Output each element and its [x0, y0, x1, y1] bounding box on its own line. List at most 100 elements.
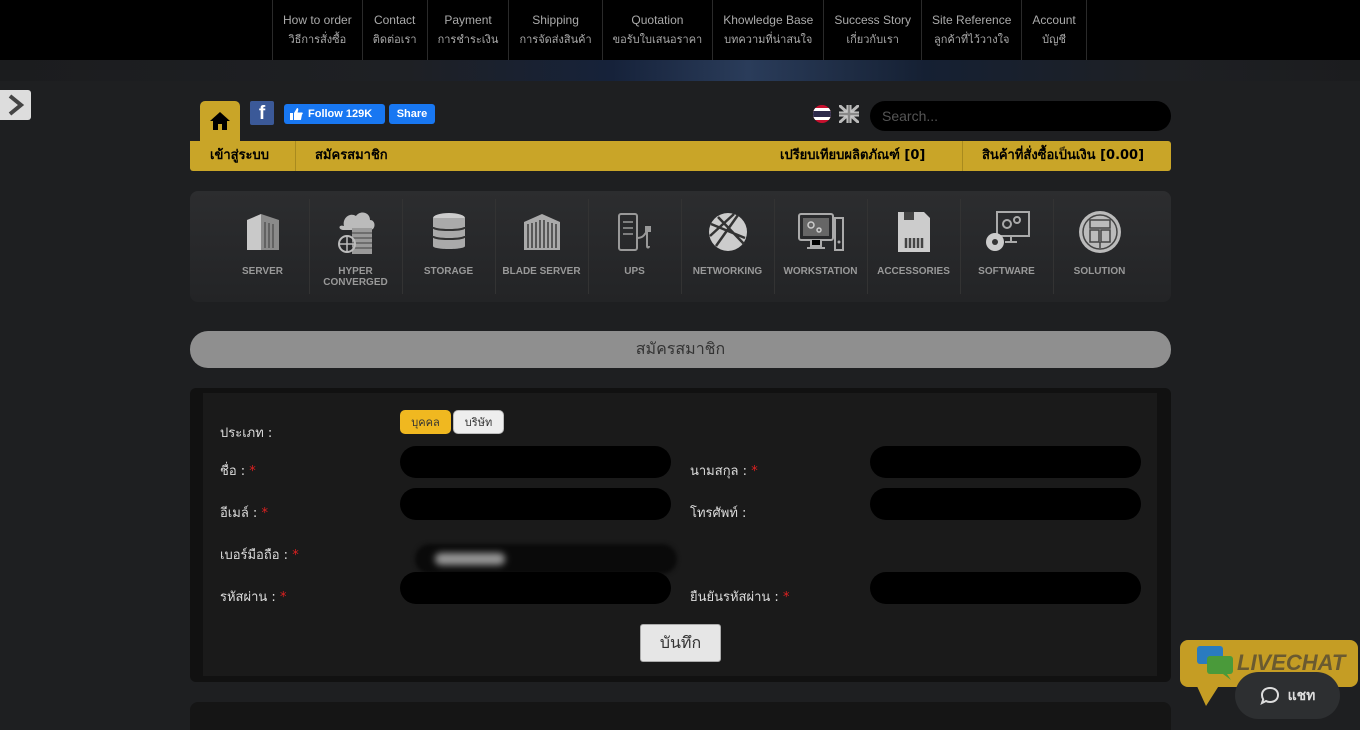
category-workstation[interactable]: WORKSTATION [774, 191, 867, 302]
category-networking[interactable]: NETWORKING [681, 191, 774, 302]
uk-flag-icon[interactable] [837, 103, 861, 125]
category-label: SOLUTION [1073, 266, 1126, 277]
category-software[interactable]: SOFTWARE [960, 191, 1053, 302]
chat-button[interactable]: แชท [1235, 672, 1340, 719]
first-name-field[interactable] [400, 446, 671, 478]
last-name-label: นามสกุล : * [690, 460, 758, 481]
storage-icon [431, 213, 466, 249]
topnav-label-en: Quotation [631, 13, 684, 27]
topnav-shipping[interactable]: Shipping การจัดส่งสินค้า [508, 0, 601, 60]
topnav-how-to-order[interactable]: How to order วิธีการสั่งซื้อ [272, 0, 362, 60]
software-icon [985, 211, 1030, 251]
type-label: ประเภท : [220, 426, 273, 441]
top-navigation-bar: How to order วิธีการสั่งซื้อ Contact ติดต่… [0, 0, 1360, 60]
mobile-label: เบอร์มือถือ : * [220, 544, 299, 565]
type-individual-button[interactable]: บุคคล [400, 410, 451, 434]
top-nav-menu: How to order วิธีการสั่งซื้อ Contact ติดต่… [272, 0, 1087, 60]
last-name-label-text: นามสกุล : [690, 464, 748, 479]
first-name-label: ชื่อ : * [220, 460, 256, 481]
topnav-label-en: Shipping [532, 13, 579, 27]
category-label: STORAGE [423, 266, 474, 277]
type-individual-label: บุคคล [411, 416, 440, 429]
thai-flag-icon[interactable] [813, 105, 831, 123]
page: How to order วิธีการสั่งซื้อ Contact ติดต่… [0, 0, 1360, 730]
ups-icon [617, 213, 651, 251]
topnav-label-en: Account [1032, 13, 1076, 27]
home-button[interactable] [200, 101, 240, 141]
topnav-label-th: บทความที่น่าสนใจ [724, 33, 813, 46]
confirm-password-field[interactable] [870, 572, 1141, 604]
topnav-success-story[interactable]: Success Story เกี่ยวกับเรา [823, 0, 921, 60]
confirm-password-label-text: ยืนยันรหัสผ่าน : [690, 590, 779, 605]
save-button[interactable]: บันทึก [640, 624, 721, 662]
mobile-field[interactable] [415, 544, 677, 574]
email-label: อีเมล์ : * [220, 502, 268, 523]
page-title: สมัครสมาชิก [190, 331, 1171, 368]
topnav-label-en: Contact [373, 13, 416, 27]
facebook-icon[interactable]: f [250, 101, 274, 125]
required-mark: * [292, 548, 299, 563]
accessories-icon [897, 212, 930, 252]
topnav-label-en: How to order [283, 13, 352, 27]
register-link[interactable]: สมัครสมาชิก [315, 141, 388, 171]
topnav-label-en: Khowledge Base [723, 13, 814, 27]
category-ups[interactable]: UPS [588, 191, 681, 302]
divider [962, 141, 963, 171]
category-storage[interactable]: STORAGE [402, 191, 495, 302]
category-blade-server[interactable]: BLADE SERVER [495, 191, 588, 302]
category-server[interactable]: SERVER [216, 191, 309, 302]
topnav-account[interactable]: Account บัญชี [1021, 0, 1087, 60]
email-field[interactable] [400, 488, 671, 520]
required-mark: * [751, 464, 758, 479]
facebook-letter: f [258, 103, 266, 124]
category-label: NETWORKING [692, 266, 763, 277]
topnav-label-en: Success Story [834, 13, 912, 27]
cart-total-link[interactable]: สินค้าที่สั่งซื้อเป็นเงิน [0.00] [982, 141, 1144, 171]
registration-form-body: ประเภท : บุคคล บริษัท ชื่อ : * นามสกุล :… [203, 393, 1157, 676]
account-action-bar: เข้าสู่ระบบ สมัครสมาชิก เปรียบเทียบผลิตภ… [190, 141, 1171, 171]
email-label-text: อีเมล์ : [220, 506, 258, 521]
topnav-knowledge-base[interactable]: Khowledge Base บทความที่น่าสนใจ [712, 0, 823, 60]
category-hyper-converged[interactable]: HYPER CONVERGED [309, 191, 402, 302]
share-label: Share [396, 108, 428, 120]
page-title-text: สมัครสมาชิก [635, 339, 726, 358]
topnav-label-th: การจัดส่งสินค้า [519, 33, 592, 46]
required-mark: * [782, 590, 790, 605]
category-label: ACCESSORIES [877, 266, 950, 277]
side-menu-toggle[interactable] [0, 90, 31, 120]
category-menu: SERVER HYPER CONVERGED STORAGE BLADE SER… [190, 191, 1171, 302]
category-label: WORKSTATION [783, 266, 858, 277]
facebook-share-button[interactable]: Share [389, 104, 435, 124]
category-accessories[interactable]: ACCESSORIES [867, 191, 960, 302]
solution-icon [1078, 211, 1121, 253]
confirm-password-label: ยืนยันรหัสผ่าน : * [690, 586, 789, 607]
last-name-field[interactable] [870, 446, 1141, 478]
required-mark: * [261, 506, 268, 521]
topnav-label-th: ขอรับใบเสนอราคา [612, 33, 703, 46]
facebook-follow-button[interactable]: Follow 129K [284, 104, 385, 124]
header-banner-strip [0, 60, 1360, 81]
topnav-contact[interactable]: Contact ติดต่อเรา [361, 0, 427, 60]
topnav-label-th: เกี่ยวกับเรา [846, 33, 899, 46]
password-field[interactable] [400, 572, 671, 604]
home-icon [210, 112, 230, 130]
required-mark: * [279, 590, 287, 605]
compare-products-link[interactable]: เปรียบเทียบผลิตภัณฑ์ [0] [780, 141, 925, 171]
topnav-payment[interactable]: Payment การชำระเงิน [426, 0, 509, 60]
phone-label: โทรศัพท์ : [690, 506, 747, 521]
divider [295, 141, 296, 171]
mobile-label-text: เบอร์มือถือ : [220, 548, 289, 563]
type-company-button[interactable]: บริษัท [453, 410, 504, 434]
first-name-label-text: ชื่อ : [220, 464, 246, 479]
category-label: SOFTWARE [978, 266, 1035, 277]
topnav-quotation[interactable]: Quotation ขอรับใบเสนอราคา [601, 0, 713, 60]
login-link[interactable]: เข้าสู่ระบบ [210, 141, 269, 171]
search-input[interactable] [870, 101, 1171, 131]
topnav-label-th: ลูกค้าที่ไว้วางใจ [933, 33, 1010, 46]
redacted-value [435, 553, 505, 565]
topnav-site-reference[interactable]: Site Reference ลูกค้าที่ไว้วางใจ [921, 0, 1021, 60]
category-solution[interactable]: SOLUTION [1053, 191, 1146, 302]
livechat-bubble-tail [1196, 684, 1220, 706]
topnav-label-en: Payment [444, 13, 492, 27]
phone-field[interactable] [870, 488, 1141, 520]
